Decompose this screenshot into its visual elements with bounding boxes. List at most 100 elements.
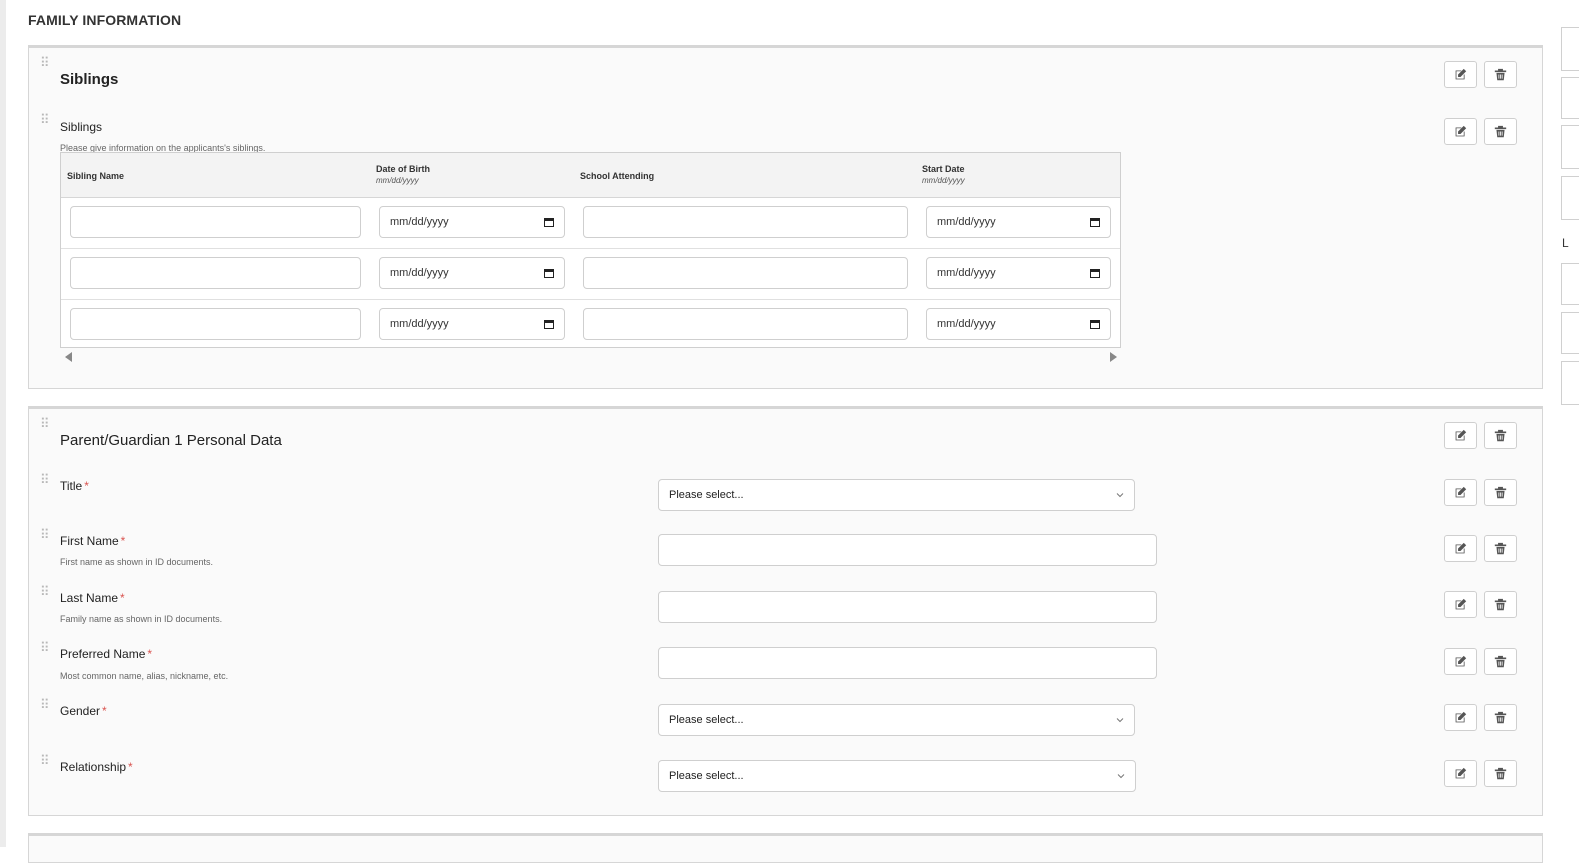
gender-label: Gender * [60,704,107,718]
drag-handle-icon[interactable]: ⠿ [40,113,50,137]
preferred-name-help: Most common name, alias, nickname, etc. [60,671,229,681]
delete-button[interactable] [1484,648,1517,675]
edit-button[interactable] [1444,61,1477,88]
right-panel-box [1561,125,1579,169]
siblings-section-heading: Siblings [60,71,119,88]
drag-handle-icon[interactable]: ⠿ [40,698,50,722]
siblings-grid: Sibling Name Date of Birth mm/dd/yyyy Sch… [60,152,1121,348]
start-date-input[interactable]: mm/dd/yyyy [926,206,1111,238]
relationship-label: Relationship * [60,760,133,774]
calendar-icon[interactable] [544,217,554,227]
edit-button[interactable] [1444,118,1477,145]
edit-icon [1455,711,1467,723]
delete-button[interactable] [1484,704,1517,731]
chevron-down-icon [1117,774,1125,779]
sibling-name-input[interactable] [70,308,361,340]
edit-icon [1455,68,1467,80]
right-panel-box [1561,77,1579,119]
parent-section-actions [1444,422,1517,449]
gender-field-actions [1444,704,1517,731]
start-date-input[interactable]: mm/dd/yyyy [926,308,1111,340]
trash-icon [1494,767,1507,780]
first-name-help: First name as shown in ID documents. [60,557,214,567]
trash-icon [1494,429,1507,442]
drag-handle-icon[interactable]: ⠿ [40,641,50,665]
delete-button[interactable] [1484,61,1517,88]
delete-button[interactable] [1484,535,1517,562]
edit-button[interactable] [1444,535,1477,562]
school-attending-input[interactable] [583,206,908,238]
edit-button[interactable] [1444,422,1477,449]
trash-icon [1494,711,1507,724]
edit-icon [1455,486,1467,498]
title-label: Title * [60,479,89,493]
calendar-icon[interactable] [1090,319,1100,329]
school-attending-input[interactable] [583,257,908,289]
trash-icon [1494,542,1507,555]
calendar-icon[interactable] [1090,217,1100,227]
trash-icon [1494,486,1507,499]
sibling-name-input[interactable] [70,257,361,289]
calendar-icon[interactable] [544,319,554,329]
edit-button[interactable] [1444,760,1477,787]
drag-handle-icon[interactable]: ⠿ [40,417,50,441]
school-attending-input[interactable] [583,308,908,340]
calendar-icon[interactable] [544,268,554,278]
right-panel-box [1561,176,1579,220]
edit-icon [1455,767,1467,779]
trash-icon [1494,68,1507,81]
right-panel-box [1561,361,1579,405]
chevron-down-icon [1116,493,1124,498]
parent-section-heading: Parent/Guardian 1 Personal Data [60,432,282,449]
sibling-name-input[interactable] [70,206,361,238]
drag-handle-icon[interactable]: ⠿ [40,585,50,609]
edit-icon [1455,598,1467,610]
chevron-down-icon [1116,718,1124,723]
start-date-input[interactable]: mm/dd/yyyy [926,257,1111,289]
edit-button[interactable] [1444,704,1477,731]
calendar-icon[interactable] [1090,268,1100,278]
next-section [28,833,1543,863]
right-panel-box [1561,312,1579,354]
first-name-field[interactable] [658,534,1157,566]
right-panel-box [1561,263,1579,305]
drag-handle-icon[interactable]: ⠿ [40,528,50,552]
delete-button[interactable] [1484,760,1517,787]
preferred-name-field[interactable] [658,647,1157,679]
edit-button[interactable] [1444,648,1477,675]
edit-button[interactable] [1444,591,1477,618]
trash-icon [1494,655,1507,668]
title-select[interactable]: Please select... [658,479,1135,511]
preferred-name-field-actions [1444,648,1517,675]
first-name-label: First Name * [60,534,126,548]
column-header-date-of-birth: Date of Birth mm/dd/yyyy [376,164,430,185]
delete-button[interactable] [1484,118,1517,145]
drag-handle-icon[interactable]: ⠿ [40,473,50,497]
gender-select[interactable]: Please select... [658,704,1135,736]
scroll-right-arrow-icon[interactable] [1110,352,1117,362]
delete-button[interactable] [1484,591,1517,618]
date-of-birth-input[interactable]: mm/dd/yyyy [379,206,565,238]
edit-icon [1455,542,1467,554]
edit-icon [1455,125,1467,137]
siblings-field-label: Siblings [60,120,103,134]
column-header-school-attending: School Attending [580,171,655,181]
delete-button[interactable] [1484,479,1517,506]
last-name-field[interactable] [658,591,1157,623]
edit-button[interactable] [1444,479,1477,506]
edit-icon [1455,655,1467,667]
date-of-birth-input[interactable]: mm/dd/yyyy [379,257,565,289]
preferred-name-label: Preferred Name * [60,647,153,661]
drag-handle-icon[interactable]: ⠿ [40,56,50,80]
date-of-birth-input[interactable]: mm/dd/yyyy [379,308,565,340]
grid-header: Sibling Name Date of Birth mm/dd/yyyy Sch… [61,153,1120,198]
edit-icon [1455,429,1467,441]
scroll-left-arrow-icon[interactable] [65,352,72,362]
delete-button[interactable] [1484,422,1517,449]
right-panel-box [1561,27,1579,71]
drag-handle-icon[interactable]: ⠿ [40,754,50,778]
title-field-actions [1444,479,1517,506]
relationship-select[interactable]: Please select... [658,760,1136,792]
siblings-field-actions [1444,118,1517,145]
column-header-start-date: Start Date mm/dd/yyyy [922,164,965,185]
